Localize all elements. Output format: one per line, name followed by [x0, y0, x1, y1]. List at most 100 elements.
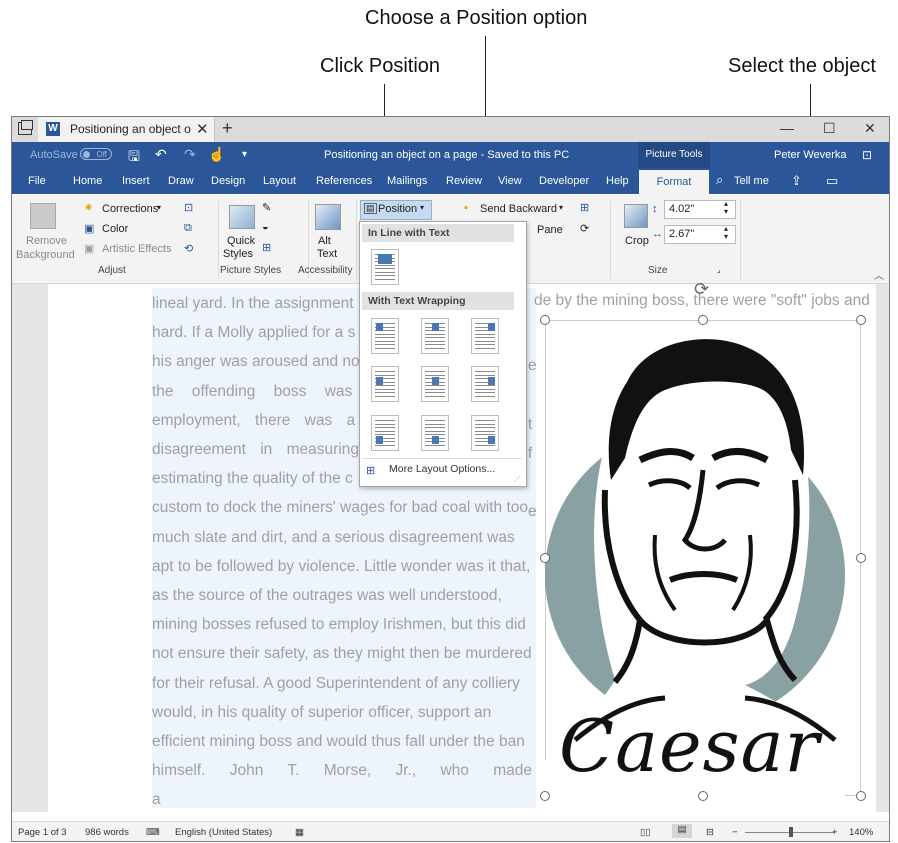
share-icon[interactable]: ⇪	[791, 173, 802, 189]
tab-design[interactable]: Design	[211, 175, 245, 187]
comments-icon[interactable]: ▭	[826, 173, 838, 189]
tab-view[interactable]: View	[498, 175, 522, 187]
height-spinner-icon[interactable]: ▴ ▾	[724, 200, 728, 216]
search-icon[interactable]: ⌕	[716, 172, 723, 188]
picture-layout-icon[interactable]: ⊞	[262, 241, 271, 254]
redo-icon[interactable]: ↷	[184, 146, 196, 163]
collapse-ribbon-icon[interactable]: ︿	[874, 267, 884, 282]
layout-top-center-option[interactable]	[421, 318, 449, 354]
width-spinner-icon[interactable]: ▴ ▾	[724, 225, 728, 241]
autosave-toggle[interactable]: Off	[80, 148, 112, 160]
page-count[interactable]: Page 1 of 3	[18, 827, 67, 838]
remove-background-icon[interactable]	[30, 203, 56, 229]
zoom-out-icon[interactable]: −	[732, 827, 738, 838]
layout-bottom-center-option[interactable]	[421, 415, 449, 451]
layout-middle-center-option[interactable]	[421, 366, 449, 402]
tab-format[interactable]: Format	[639, 170, 709, 195]
send-backward-icon: ▪	[464, 202, 468, 214]
document-tab[interactable]: W Positioning an object o ✕	[38, 117, 215, 142]
group-separator	[610, 201, 611, 279]
resize-handle-w[interactable]	[540, 553, 550, 563]
resize-handle-ne[interactable]	[856, 315, 866, 325]
zoom-slider-thumb[interactable]	[789, 827, 793, 837]
selection-pane-button[interactable]: Pane	[537, 224, 563, 236]
document-tab-title: Positioning an object o	[70, 122, 191, 136]
text-line: himself. John T. Morse, Jr., who made a	[152, 762, 532, 809]
send-backward-button[interactable]: Send Backward	[480, 203, 557, 215]
window-tab-bar: W Positioning an object o ✕ + — ☐ ✕	[12, 117, 889, 142]
layout-inline-option[interactable]	[371, 249, 399, 285]
touch-mode-icon[interactable]: ☝	[208, 146, 225, 163]
tab-references[interactable]: References	[316, 175, 372, 187]
customize-qat-icon[interactable]: ▾	[242, 149, 247, 160]
resize-handle-s[interactable]	[698, 791, 708, 801]
resize-handle-se[interactable]	[856, 791, 866, 801]
text-line: mining bosses refused to employ Irishmen…	[152, 616, 526, 634]
tab-help[interactable]: Help	[606, 175, 629, 187]
group-separator	[356, 201, 357, 279]
compress-pictures-icon[interactable]: ⊡	[184, 201, 193, 214]
tab-file[interactable]: File	[28, 175, 46, 187]
tab-insert[interactable]: Insert	[122, 175, 150, 187]
web-layout-icon[interactable]: ⊟	[706, 827, 714, 838]
callout-choose-position: Choose a Position option	[365, 7, 588, 29]
layout-bottom-left-option[interactable]	[371, 415, 399, 451]
picture-effects-icon[interactable]: ◒	[262, 221, 269, 233]
title-bar: AutoSave Off 🖫 ↶ ↷ ☝ ▾ Positioning an ob…	[12, 142, 889, 168]
user-name[interactable]: Peter Weverka	[774, 149, 847, 161]
print-layout-icon[interactable]: ▤	[672, 824, 692, 838]
picture-border-icon[interactable]: ✎	[262, 201, 271, 214]
change-picture-icon[interactable]: ⧉	[184, 222, 192, 235]
word-count[interactable]: 986 words	[85, 827, 129, 838]
tab-review[interactable]: Review	[446, 175, 482, 187]
close-tab-icon[interactable]: ✕	[196, 120, 209, 138]
save-icon[interactable]: 🖫	[128, 146, 140, 170]
more-layout-options-item[interactable]: More Layout Options...	[389, 463, 495, 475]
crop-icon[interactable]	[624, 204, 648, 228]
size-launcher-icon[interactable]: ⌟	[717, 265, 721, 274]
alt-text-icon[interactable]	[315, 204, 341, 230]
window-switch-icon[interactable]	[18, 120, 33, 135]
proofing-icon[interactable]: ⌨	[146, 827, 160, 838]
ribbon-display-icon[interactable]: ⊡	[862, 148, 872, 162]
layout-bottom-right-option[interactable]	[471, 415, 499, 451]
align-icon[interactable]: ⊞	[580, 201, 589, 214]
tab-mailings[interactable]: Mailings	[387, 175, 427, 187]
corrections-icon: ✷	[84, 202, 94, 214]
quick-styles-icon[interactable]	[229, 205, 255, 229]
language[interactable]: English (United States)	[175, 827, 272, 838]
rotate-handle-icon[interactable]: ⟳	[694, 279, 709, 300]
undo-icon[interactable]: ↶	[155, 146, 167, 163]
corrections-dropdown-icon[interactable]: ▾	[157, 203, 161, 212]
send-backward-dropdown-icon[interactable]: ▾	[559, 203, 563, 212]
reset-picture-icon[interactable]: ⟲	[184, 242, 193, 255]
zoom-level[interactable]: 140%	[849, 827, 873, 838]
minimize-button[interactable]: —	[780, 120, 794, 136]
tab-draw[interactable]: Draw	[168, 175, 194, 187]
read-mode-icon[interactable]: ▯▯	[640, 827, 650, 838]
resize-handle-n[interactable]	[698, 315, 708, 325]
tab-layout[interactable]: Layout	[263, 175, 296, 187]
artistic-effects-button[interactable]: Artistic Effects	[102, 243, 171, 255]
macro-icon[interactable]: ▦	[295, 827, 304, 838]
position-menu: In Line with Text With Text Wrapping ⊞ M…	[359, 221, 527, 487]
layout-top-left-option[interactable]	[371, 318, 399, 354]
layout-middle-left-option[interactable]	[371, 366, 399, 402]
maximize-button[interactable]: ☐	[823, 120, 836, 137]
zoom-in-icon[interactable]: +	[832, 827, 838, 838]
tab-developer[interactable]: Developer	[539, 175, 589, 187]
resize-handle-e[interactable]	[856, 553, 866, 563]
selected-picture[interactable]: Caesar	[544, 319, 862, 797]
resize-handle-sw[interactable]	[540, 791, 550, 801]
close-window-button[interactable]: ✕	[864, 120, 876, 137]
tab-home[interactable]: Home	[73, 175, 102, 187]
layout-top-right-option[interactable]	[471, 318, 499, 354]
tell-me-input[interactable]: Tell me	[734, 175, 769, 187]
new-tab-icon[interactable]: +	[222, 118, 233, 139]
crop-button[interactable]: Crop	[625, 235, 649, 247]
corrections-button[interactable]: Corrections	[102, 203, 158, 215]
resize-handle-nw[interactable]	[540, 315, 550, 325]
rotate-icon[interactable]: ⟳	[580, 222, 589, 235]
layout-middle-right-option[interactable]	[471, 366, 499, 402]
color-button[interactable]: Color	[102, 223, 128, 235]
